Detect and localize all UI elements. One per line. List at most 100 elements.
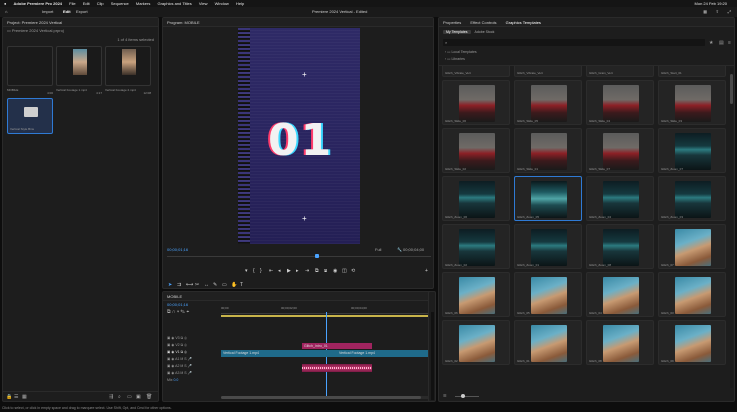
project-item-footage-1[interactable]: Vertical Footage 1.mp4 4:17 [56,46,102,96]
grid-scrollbar-thumb[interactable] [730,74,733,104]
menu-file[interactable]: File [69,0,75,7]
step-back-icon[interactable]: ◂ [278,268,281,274]
project-item-footage-2[interactable]: Vertical Footage 2.mp4 12:08 [105,46,151,96]
template-item[interactable]: Glitch_09 [658,320,726,365]
program-title[interactable]: Program: MOBILE [167,20,200,25]
step-forward-icon[interactable]: ▸ [296,268,299,274]
clip-footage-v1-b[interactable]: Vertical Footage 1.mp4 [337,350,429,357]
tab-properties[interactable]: Properties [443,18,461,26]
play-icon[interactable]: ▶ [287,268,291,274]
lock-icon[interactable]: 🔒 [6,394,12,400]
template-item[interactable]: Glitch_Slide_04 [586,80,654,125]
template-item[interactable]: Glitch_01 [514,320,582,365]
star-icon[interactable]: ★ [709,40,713,46]
template-item[interactable]: Glitch_Slide_05 [514,80,582,125]
template-item[interactable]: Glitch_Slide_06 [442,80,510,125]
track-v1[interactable]: ▣ ◉ V1 ⧉ ◎ [167,350,219,357]
template-item[interactable]: Glitch_Zoom_06 [442,176,510,221]
template-item[interactable]: Glitch_Vibrate_Vert [514,66,582,77]
menu-sequence[interactable]: Sequence [111,0,129,7]
template-item[interactable]: Glitch_06 [442,272,510,317]
nav-import[interactable]: Import [42,7,53,17]
audio-clip-glitch[interactable] [302,364,372,372]
timeline-tab[interactable]: MOBILE [167,294,182,299]
scrollbar-thumb[interactable] [221,396,421,399]
menu-icon[interactable]: ≡ [728,40,731,46]
scrub-bar[interactable] [167,254,431,260]
template-item[interactable]: Glitch_Zoom_07 [658,128,726,173]
workspace-icon[interactable]: ▦ [703,7,707,17]
automate-icon[interactable]: ⇶ [109,394,113,400]
subtab-adobe-stock[interactable]: Adobe Stock [472,30,498,34]
thumbnail-size-slider[interactable] [455,394,479,398]
icon-view-icon[interactable]: ▦ [22,394,27,400]
quality-select[interactable]: Full [375,247,381,252]
comparison-view-icon[interactable]: ◫ [342,268,347,274]
template-item[interactable]: Glitch_04 [586,272,654,317]
folder-add-icon[interactable]: ▤ [719,40,724,46]
menu-window[interactable]: Window [215,0,229,7]
menu-clip[interactable]: Clip [97,0,104,7]
settings-icon[interactable]: 🔧 [397,247,402,252]
clip-glitch-v2[interactable]: Glitch_Intro_01 [302,343,372,349]
playhead-timecode[interactable]: 00;00;01;16 [167,247,188,252]
slip-tool-icon[interactable]: ↔ [204,282,209,288]
track-a1[interactable]: ▣ ◉ A1 M S 🎤 [167,357,219,364]
menu-graphics[interactable]: Graphics and Titles [157,0,191,7]
menu-help[interactable]: Help [236,0,244,7]
find-icon[interactable]: ⌕ [118,394,121,400]
crosshair-bottom-icon[interactable]: + [302,214,307,223]
mark-in-icon[interactable]: { [253,268,255,274]
timeline-scrollbar[interactable] [221,396,431,399]
trash-icon[interactable]: 🗑 [146,394,152,400]
template-item[interactable]: Glitch_Zoom_03 [658,176,726,221]
template-item[interactable]: Glitch_03 [658,272,726,317]
ripple-edit-icon[interactable]: ⟷ [186,282,193,288]
list-view-icon[interactable]: ☰ [14,394,18,400]
template-item[interactable]: Glitch_Start_01 [658,66,726,77]
template-item[interactable]: Glitch_Zoom_05 [514,176,582,221]
clip-footage-v1-a[interactable]: Vertical Footage 1.mp4 [221,350,337,357]
go-to-out-icon[interactable]: ⇥ [305,268,309,274]
menu-view[interactable]: View [199,0,208,7]
selection-tool-icon[interactable]: ➤ [168,282,172,288]
playhead[interactable] [315,254,319,258]
add-marker-icon[interactable]: ▾ [245,268,248,274]
project-panel-title[interactable]: Project: Premiere 2024 Vertical [7,20,62,25]
export-frame-icon[interactable]: ◉ [333,268,337,274]
folder-local[interactable]: › ▭ Local Templates [445,50,477,54]
search-input[interactable]: ⌕ [443,39,705,46]
track-select-icon[interactable]: ⇉ [177,282,181,288]
snap-icon[interactable]: ⧉ ∩ ▾ ✎ ⌖ [167,309,189,315]
template-item[interactable]: Glitch_05 [514,272,582,317]
hand-tool-icon[interactable]: ✋ [231,282,237,288]
home-icon[interactable]: ⌂ [5,7,7,17]
track-a3[interactable]: ▣ ◉ A3 M S 🎤 [167,371,219,378]
new-item-icon[interactable]: ▣ [136,394,141,400]
overwrite-icon[interactable]: ⧈ [324,268,327,274]
template-item[interactable]: Glitch_Zoom_01 [514,224,582,269]
menu-markers[interactable]: Markers [136,0,150,7]
tab-effect-controls[interactable]: Effect Controls [470,18,496,26]
project-item-mobile[interactable]: MOBILE 4:00 [7,46,53,96]
template-item[interactable]: Glitch_Slide_02 [442,128,510,173]
pen-tool-icon[interactable]: ✎ [213,282,217,288]
go-to-in-icon[interactable]: ⇤ [269,268,273,274]
razor-tool-icon[interactable]: ✂ [195,282,199,288]
video-frame[interactable]: 01 + + [238,28,360,244]
track-a2[interactable]: ▣ ◉ A2 M S 🎤 [167,364,219,371]
folder-libraries[interactable]: › ▭ Libraries [445,57,465,61]
add-button-icon[interactable]: + [425,268,428,274]
mark-out-icon[interactable]: } [260,268,262,274]
template-item[interactable]: Glitch_Slide_03 [658,80,726,125]
template-item[interactable]: Glitch_Grain_Vert [586,66,654,77]
template-item[interactable]: Glitch_Zoom_08 [586,224,654,269]
apple-menu-icon[interactable]: ● [4,0,6,7]
project-item-bin[interactable]: Vertical Style Bins [7,98,53,134]
search-icon[interactable]: ⌕ [7,36,15,50]
tab-graphics-templates[interactable]: Graphics Templates [506,18,541,26]
template-item[interactable]: Glitch_Zoom_04 [586,176,654,221]
list-view-icon[interactable]: ☰ [443,393,447,398]
share-icon[interactable]: ⇪ [716,7,719,17]
track-v2[interactable]: ▣ ◉ V2 ⧉ ◎ [167,343,219,350]
